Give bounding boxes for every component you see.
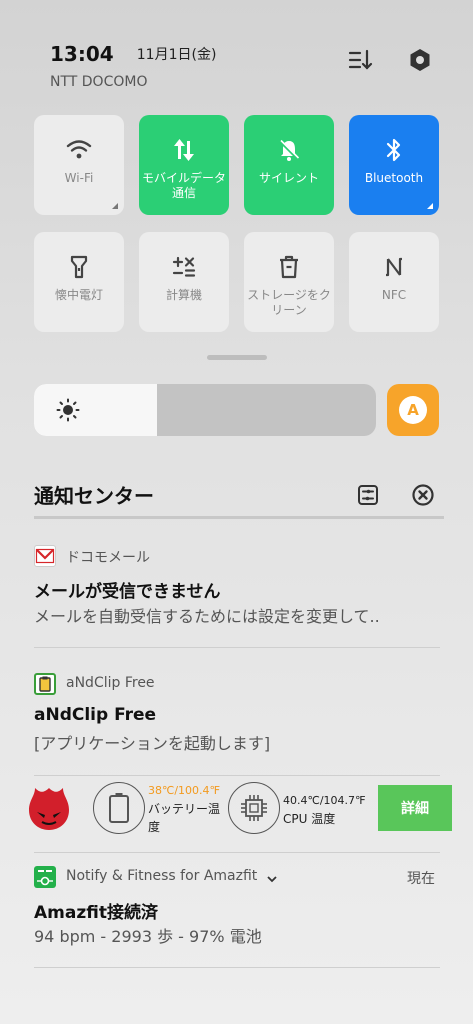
auto-brightness-label: A (399, 396, 427, 424)
tile-label: 懐中電灯 (54, 288, 103, 302)
brightness-slider[interactable] (34, 384, 376, 436)
notification-app-name: Notify & Fitness for Amazfit (66, 868, 258, 884)
flashlight-icon (66, 254, 92, 280)
divider (34, 516, 444, 519)
bluetooth-icon (381, 137, 407, 163)
tile-label: NFC (381, 288, 407, 302)
trash-icon (276, 254, 302, 280)
notification-title: Amazfit接続済 (34, 903, 158, 923)
notification-app-name: aNdClip Free (66, 675, 155, 691)
expand-corner-icon (112, 203, 118, 209)
tile-label: Bluetooth (364, 171, 424, 185)
tile-mobile-data[interactable]: モバイルデータ通信 (139, 115, 229, 215)
panel-drag-handle[interactable] (207, 355, 267, 360)
expand-corner-icon (427, 203, 433, 209)
auto-brightness-button[interactable]: A (387, 384, 439, 436)
wifi-icon (66, 137, 92, 163)
clock: 13:04 (50, 42, 114, 66)
tile-label: サイレント (258, 171, 319, 185)
antutu-logo-icon (25, 784, 73, 836)
edit-order-icon[interactable] (346, 46, 374, 74)
tile-nfc[interactable]: NFC (349, 232, 439, 332)
tile-calculator[interactable]: 計算機 (139, 232, 229, 332)
cpu-icon (228, 782, 280, 834)
divider (34, 852, 440, 853)
tile-bluetooth[interactable]: Bluetooth (349, 115, 439, 215)
clear-all-icon[interactable] (411, 483, 435, 511)
notification-settings-icon[interactable] (356, 483, 380, 511)
notification-body: 94 bpm - 2993 歩 - 97% 電池 (34, 927, 262, 946)
notification-title: aNdClip Free (34, 705, 157, 725)
silent-bell-icon (276, 137, 302, 163)
divider (34, 967, 440, 968)
notification-body: メールを自動受信するためには設定を変更して.. (34, 607, 380, 626)
mobile-data-icon (171, 137, 197, 163)
notification-center-title: 通知センター (34, 484, 154, 508)
status-header: 13:04 11月1日(金) (50, 42, 216, 66)
sun-icon (56, 398, 80, 426)
battery-icon (93, 782, 145, 834)
clipboard-icon (34, 673, 56, 695)
tile-label: ストレージをクリーン (247, 288, 331, 317)
tile-wifi[interactable]: Wi-Fi (34, 115, 124, 215)
fitness-app-icon (34, 866, 56, 888)
carrier-name: NTT DOCOMO (50, 74, 148, 90)
notification-time: 現在 (407, 871, 435, 887)
notification-body: [アプリケーションを起動します] (34, 734, 271, 753)
antutu-temperature-notification[interactable]: 38℃/100.4℉ バッテリー温度 40.4℃/104.7℉ CPU 温度 詳… (0, 776, 473, 846)
tile-label: モバイルデータ通信 (142, 171, 227, 200)
settings-icon[interactable] (406, 46, 434, 74)
tile-storage-clean[interactable]: ストレージをクリーン (244, 232, 334, 332)
mail-icon (34, 545, 56, 567)
nfc-icon (381, 254, 407, 280)
notification-app-name: ドコモメール (66, 550, 150, 566)
cpu-temperature: 40.4℃/104.7℉ (283, 794, 366, 807)
tile-label: 計算機 (165, 288, 202, 302)
battery-temperature: 38℃/100.4℉ (148, 784, 221, 797)
divider (34, 647, 440, 648)
tile-silent[interactable]: サイレント (244, 115, 334, 215)
battery-temperature-label: バッテリー温度 (148, 802, 221, 834)
detail-button[interactable]: 詳細 (378, 785, 452, 831)
calculator-icon (171, 254, 197, 280)
notification-title: メールが受信できません (34, 582, 221, 602)
cpu-temperature-label: CPU 温度 (283, 812, 336, 826)
chevron-down-icon[interactable] (266, 870, 278, 889)
tile-flashlight[interactable]: 懐中電灯 (34, 232, 124, 332)
tile-label: Wi-Fi (64, 171, 94, 185)
date: 11月1日(金) (136, 47, 217, 63)
brightness-fill (34, 384, 158, 436)
